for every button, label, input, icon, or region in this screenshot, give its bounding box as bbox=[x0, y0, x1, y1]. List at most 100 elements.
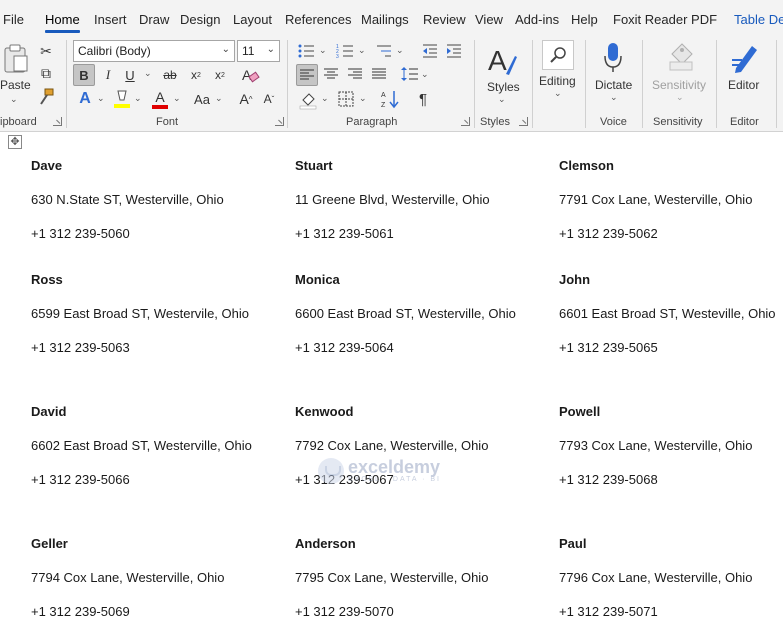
increase-indent-icon[interactable] bbox=[445, 42, 463, 60]
paragraph-dialog-launcher[interactable] bbox=[461, 117, 470, 126]
align-left-button[interactable] bbox=[296, 64, 318, 86]
show-formatting-marks-icon[interactable]: ¶ bbox=[414, 89, 432, 109]
chevron-down-icon[interactable]: ⌄ bbox=[421, 69, 429, 80]
font-group-label: Font bbox=[156, 116, 179, 128]
label-phone: +1 312 239-5065 bbox=[559, 340, 658, 355]
tab-add-ins[interactable]: Add-ins bbox=[515, 12, 559, 27]
chevron-down-icon[interactable]: ⌄ bbox=[359, 93, 367, 104]
table-move-handle-icon[interactable]: ✥ bbox=[8, 135, 22, 149]
sensitivity-group-label: Sensitivity bbox=[653, 116, 703, 128]
chevron-down-icon[interactable]: ⌄ bbox=[173, 93, 181, 104]
chevron-down-icon[interactable]: ⌄ bbox=[321, 93, 329, 104]
decrease-indent-icon[interactable] bbox=[421, 42, 439, 60]
superscript-button[interactable]: x2 bbox=[210, 65, 230, 85]
underline-button[interactable]: U bbox=[121, 65, 139, 85]
label-name: Kenwood bbox=[295, 404, 354, 419]
bold-icon: B bbox=[79, 67, 89, 83]
label-phone: +1 312 239-5061 bbox=[295, 226, 394, 241]
svg-text:3: 3 bbox=[336, 54, 339, 60]
label-phone: +1 312 239-5070 bbox=[295, 604, 394, 619]
editing-button[interactable]: Editing ⌄ bbox=[537, 40, 579, 110]
tab-table-design[interactable]: Table De bbox=[734, 12, 783, 27]
label-name: Dave bbox=[31, 158, 63, 173]
tab-design[interactable]: Design bbox=[180, 12, 220, 27]
group-separator bbox=[776, 40, 777, 128]
chevron-down-icon[interactable]: ⌄ bbox=[134, 93, 142, 104]
document-canvas[interactable]: ✥ Dave 630 N.State ST, Westerville, Ohio… bbox=[0, 133, 783, 640]
chevron-down-icon[interactable]: ⌄ bbox=[144, 68, 152, 79]
magnifier-icon bbox=[550, 47, 566, 63]
label-name: Paul bbox=[559, 536, 587, 551]
label-name: Powell bbox=[559, 404, 601, 419]
group-separator bbox=[66, 40, 67, 128]
menu-bar: File Home Insert Draw Design Layout Refe… bbox=[0, 0, 783, 40]
chevron-down-icon: ⌄ bbox=[610, 92, 618, 102]
dictate-button[interactable]: Dictate ⌄ bbox=[590, 42, 636, 102]
tab-review[interactable]: Review bbox=[423, 12, 466, 27]
group-separator bbox=[642, 40, 643, 128]
multilevel-list-icon[interactable] bbox=[375, 42, 393, 60]
chevron-down-icon[interactable]: ⌄ bbox=[319, 45, 327, 56]
tab-layout[interactable]: Layout bbox=[233, 12, 272, 27]
tab-insert[interactable]: Insert bbox=[94, 12, 127, 27]
align-right-icon[interactable] bbox=[347, 66, 363, 82]
bold-button[interactable]: B bbox=[73, 64, 95, 86]
paste-button[interactable]: Paste ⌄ bbox=[0, 42, 31, 108]
clipboard-dialog-launcher[interactable] bbox=[53, 117, 62, 126]
font-dialog-launcher[interactable] bbox=[275, 117, 284, 126]
change-case-button[interactable]: Aa bbox=[190, 89, 214, 109]
styles-button[interactable]: A Styles ⌄ bbox=[480, 42, 524, 112]
chevron-down-icon[interactable]: ⌄ bbox=[396, 45, 404, 56]
label-address: 6602 East Broad ST, Westerville, Ohio bbox=[31, 438, 252, 453]
italic-button[interactable]: I bbox=[99, 65, 117, 85]
grow-font-button[interactable]: A ^ bbox=[236, 89, 256, 109]
align-center-icon[interactable] bbox=[323, 66, 339, 82]
strikethrough-button[interactable]: ab bbox=[160, 65, 180, 85]
font-color-icon: A bbox=[155, 88, 165, 105]
text-effects-button[interactable]: A bbox=[75, 88, 95, 110]
numbering-icon[interactable]: 1 2 3 bbox=[336, 42, 354, 60]
tab-home[interactable]: Home bbox=[45, 12, 80, 33]
font-color-button[interactable]: A bbox=[150, 88, 170, 110]
chevron-down-icon[interactable]: ⌄ bbox=[97, 93, 105, 104]
label-phone: +1 312 239-5064 bbox=[295, 340, 394, 355]
copy-icon[interactable]: ⧉ bbox=[37, 64, 55, 82]
label-phone: +1 312 239-5066 bbox=[31, 472, 130, 487]
line-spacing-icon[interactable] bbox=[401, 66, 419, 82]
voice-group-label: Voice bbox=[600, 116, 627, 128]
borders-icon[interactable] bbox=[337, 90, 355, 108]
editor-button[interactable]: Editor bbox=[722, 42, 770, 102]
justify-icon[interactable] bbox=[371, 66, 387, 82]
clear-formatting-icon[interactable]: A bbox=[240, 65, 260, 85]
font-name-combo[interactable]: Calibri (Body) ⌄ bbox=[73, 40, 235, 62]
tab-draw[interactable]: Draw bbox=[139, 12, 169, 27]
label-name: Stuart bbox=[295, 158, 333, 173]
shrink-font-button[interactable]: Aˇ bbox=[259, 89, 279, 109]
clipboard-group-label: ipboard bbox=[0, 116, 37, 128]
bullets-icon[interactable] bbox=[297, 42, 315, 60]
tab-view[interactable]: View bbox=[475, 12, 503, 27]
chevron-down-icon: ⌄ bbox=[221, 44, 230, 55]
label-name: Geller bbox=[31, 536, 68, 551]
label-name: Clemson bbox=[559, 158, 614, 173]
tab-references[interactable]: References bbox=[285, 12, 351, 27]
subscript-button[interactable]: x2 bbox=[186, 65, 206, 85]
sort-icon[interactable]: A Z bbox=[381, 89, 401, 109]
chevron-down-icon: ⌄ bbox=[676, 92, 684, 102]
chevron-down-icon[interactable]: ⌄ bbox=[215, 93, 223, 104]
tab-foxit-reader-pdf[interactable]: Foxit Reader PDF bbox=[613, 12, 717, 27]
shading-icon[interactable] bbox=[298, 90, 318, 110]
align-left-icon bbox=[300, 69, 314, 80]
svg-text:Z: Z bbox=[381, 102, 386, 109]
chevron-down-icon[interactable]: ⌄ bbox=[358, 45, 366, 56]
format-painter-icon[interactable] bbox=[37, 88, 55, 106]
font-size-combo[interactable]: 11 ⌄ bbox=[237, 40, 280, 62]
grow-font-icon: A bbox=[239, 91, 249, 107]
tab-help[interactable]: Help bbox=[571, 12, 598, 27]
styles-label: Styles bbox=[487, 80, 520, 94]
tab-mailings[interactable]: Mailings bbox=[361, 12, 409, 27]
cut-icon[interactable]: ✂ bbox=[37, 42, 55, 60]
highlighter-icon[interactable] bbox=[112, 88, 132, 110]
tab-file[interactable]: File bbox=[3, 12, 24, 27]
styles-dialog-launcher[interactable] bbox=[519, 117, 528, 126]
